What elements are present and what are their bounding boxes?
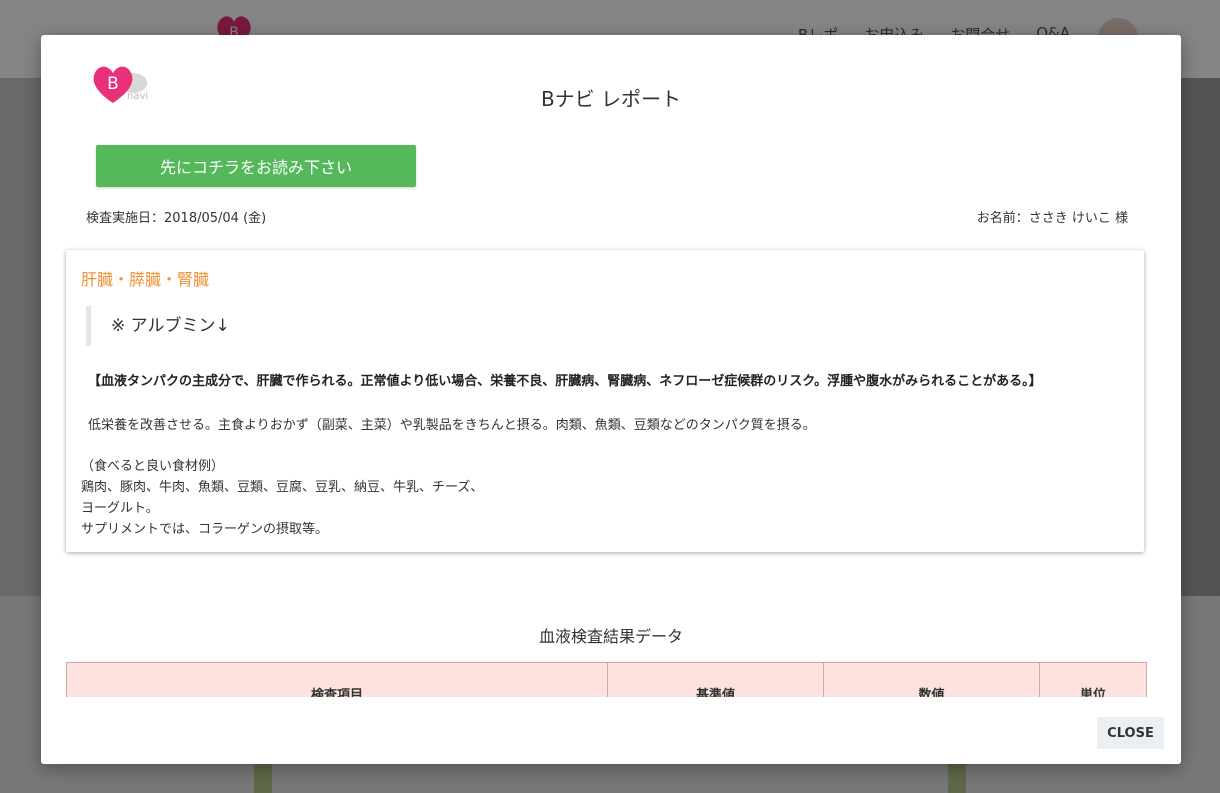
food-examples-line: 鶏肉、豚肉、牛肉、魚類、豆類、豆腐、豆乳、納豆、牛乳、チーズ、: [81, 480, 484, 495]
close-button[interactable]: CLOSE: [1097, 717, 1164, 749]
table-header-row: 検査項目 基準値 数値 単位: [66, 662, 1147, 697]
report-modal: B navi Bナビ レポート 先にコチラをお読み下さい 検査実施日： 2018…: [41, 35, 1181, 764]
supplement-text: サプリメントでは、コラーゲンの摂取等。: [81, 522, 329, 537]
test-item-quote: ※ アルブミン↓: [86, 306, 886, 346]
modal-title: Bナビ レポート: [540, 87, 682, 111]
item-description: 【血液タンパクの主成分で、肝臓で作られる。正常値より低い場合、栄養不良、肝臓病、…: [88, 374, 1042, 389]
card-title: 肝臓・膵臓・腎臓: [81, 270, 210, 289]
column-header-value: 数値: [823, 662, 1040, 697]
patient-name-label: お名前：: [976, 211, 1029, 226]
column-header-reference: 基準値: [607, 662, 824, 697]
advice-text: 低栄養を改善させる。主食よりおかず（副菜、主菜）や乳製品をきちんと摂る。肉類、魚…: [88, 418, 816, 433]
info-row: 検査実施日： 2018/05/04 (金) お名前： ささき けいこ 様: [86, 207, 1128, 226]
exam-date: 検査実施日： 2018/05/04 (金): [86, 207, 266, 226]
patient-name: お名前： ささき けいこ 様: [977, 207, 1128, 226]
food-examples-line: ヨーグルト。: [81, 501, 159, 516]
food-examples-heading: （食べると良い食材例）: [81, 459, 225, 474]
modal-footer: CLOSE: [41, 697, 1181, 764]
read-first-button[interactable]: 先にコチラをお読み下さい: [96, 145, 416, 187]
column-header-unit: 単位: [1039, 662, 1147, 697]
results-table: 検査項目 基準値 数値 単位: [66, 662, 1147, 697]
exam-date-label: 検査実施日：: [86, 211, 165, 226]
column-header-item: 検査項目: [66, 662, 608, 697]
food-examples: （食べると良い食材例） 鶏肉、豚肉、牛肉、魚類、豆類、豆腐、豆乳、納豆、牛乳、チ…: [81, 456, 1121, 540]
advice-card: 肝臓・膵臓・腎臓 ※ アルブミン↓ 【血液タンパクの主成分で、肝臓で作られる。正…: [66, 250, 1144, 552]
exam-date-value: 2018/05/04 (金): [164, 211, 267, 226]
patient-name-value: ささき けいこ 様: [1028, 211, 1128, 226]
results-title: 血液検査結果データ: [538, 627, 683, 646]
modal-content[interactable]: B navi Bナビ レポート 先にコチラをお読み下さい 検査実施日： 2018…: [41, 35, 1181, 697]
